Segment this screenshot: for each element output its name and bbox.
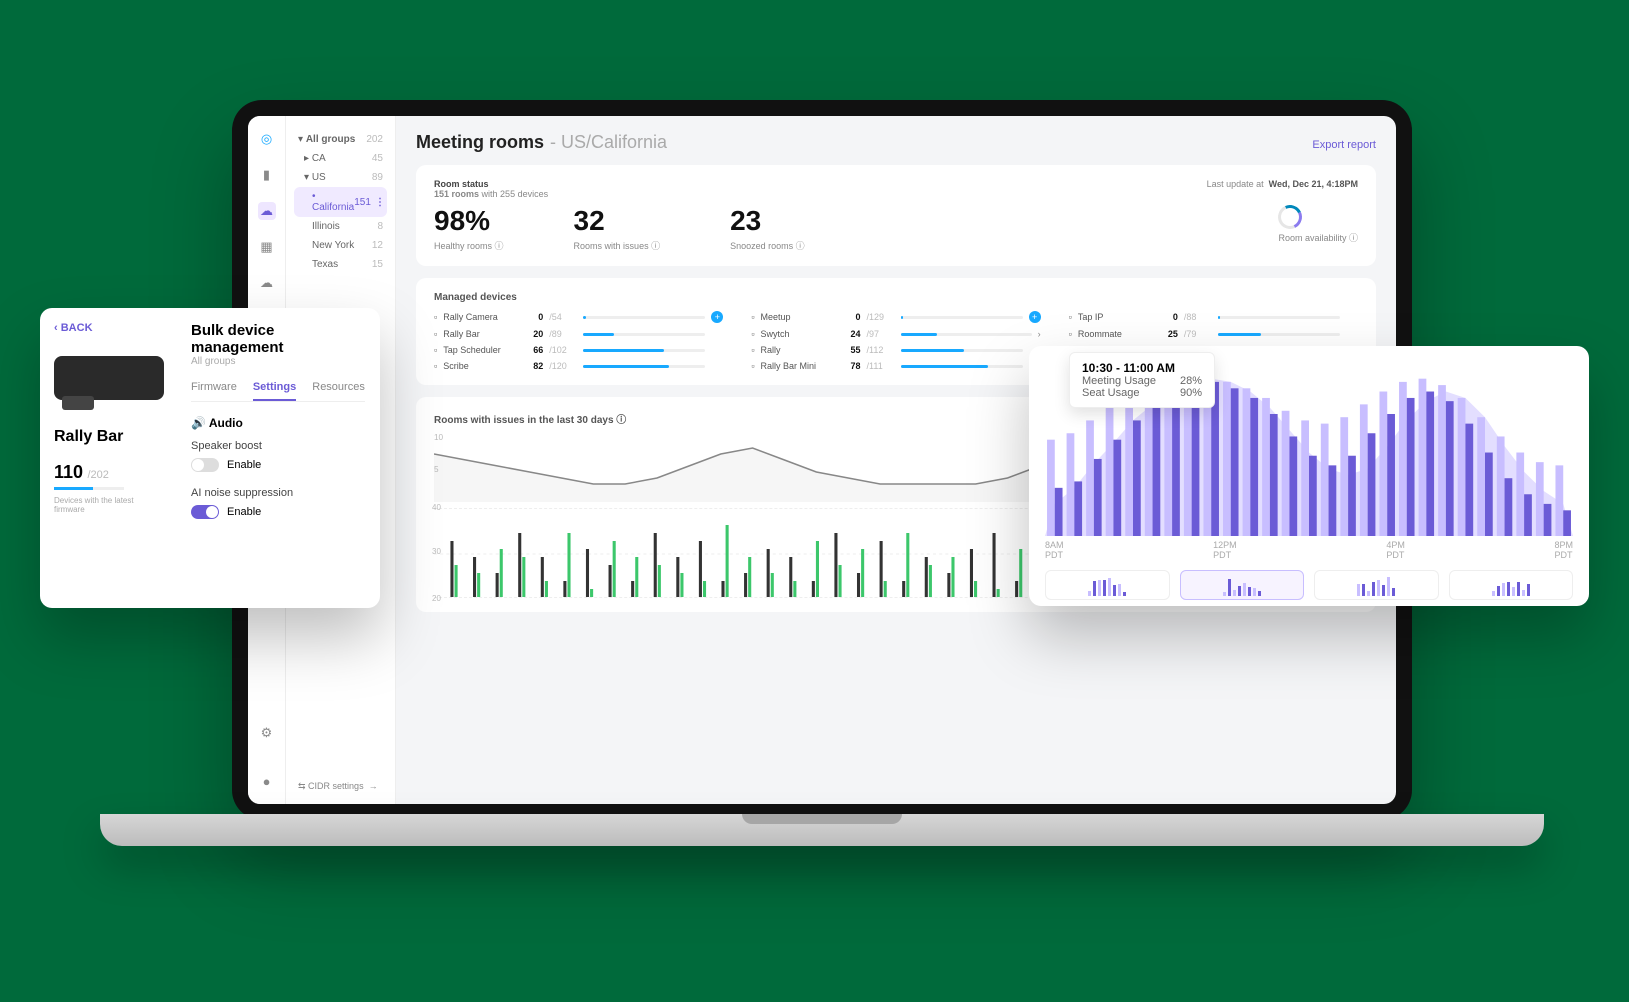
- device-row[interactable]: ▫Swytch24/97›: [751, 329, 1040, 339]
- settings-icon[interactable]: ⚙: [258, 724, 276, 742]
- device-row[interactable]: ▫Rally Camera0/54+: [434, 311, 723, 323]
- tree-item[interactable]: ▾ US89: [294, 168, 387, 187]
- noise-suppression-toggle[interactable]: [191, 505, 219, 519]
- audio-section: 🔊 Audio: [191, 416, 365, 430]
- cidr-settings-link[interactable]: ⇆ CIDR settings →: [298, 781, 378, 792]
- panel-subtitle: All groups: [191, 356, 365, 367]
- tree-all-groups[interactable]: ▾ All groups202: [294, 130, 387, 149]
- device-row[interactable]: ▫Rally55/112: [751, 345, 1040, 355]
- usage-thumbnail[interactable]: [1180, 570, 1305, 600]
- section-title: Room status: [434, 179, 548, 189]
- home-icon[interactable]: ▮: [258, 166, 276, 184]
- tree-item-selected[interactable]: • California 151⋮: [294, 187, 387, 217]
- avatar-icon[interactable]: ●: [258, 772, 276, 790]
- noise-suppression-label: AI noise suppression: [191, 487, 365, 499]
- devices-icon[interactable]: ▦: [258, 238, 276, 256]
- tab-firmware[interactable]: Firmware: [191, 381, 237, 401]
- tree-item[interactable]: ▸ CA45: [294, 149, 387, 168]
- usage-thumbnail[interactable]: [1449, 570, 1574, 600]
- device-row[interactable]: ▫Rally Bar20/89: [434, 329, 723, 339]
- bulk-device-panel: ‹ BACK Rally Bar 110 /202 Devices with t…: [40, 308, 380, 608]
- usage-x-axis: 8AMPDT 12PMPDT 4PMPDT 8PMPDT: [1045, 540, 1573, 560]
- device-row[interactable]: ▫Tap IP0/88: [1069, 311, 1358, 323]
- add-icon[interactable]: +: [1029, 311, 1041, 323]
- rooms-icon[interactable]: ☁: [258, 202, 276, 220]
- laptop-base: [100, 814, 1544, 846]
- usage-chart-panel: 10:30 - 11:00 AM Meeting Usage28% Seat U…: [1029, 346, 1589, 606]
- kpi-healthy: 98% Healthy rooms ⓘ: [434, 205, 504, 252]
- kpi-availability: Room availability ⓘ: [1278, 205, 1358, 252]
- usage-thumbnail[interactable]: [1045, 570, 1170, 600]
- tab-resources[interactable]: Resources: [312, 381, 365, 401]
- availability-ring-icon: [1275, 202, 1306, 233]
- device-row[interactable]: ▫Rally Bar Mini78/111: [751, 361, 1040, 371]
- last-update: Last update at Wed, Dec 21, 4:18PM: [1207, 179, 1358, 199]
- kpi-snoozed: 23 Snoozed rooms ⓘ: [730, 205, 805, 252]
- tree-item[interactable]: New York12: [294, 236, 387, 255]
- speaker-boost-label: Speaker boost: [191, 440, 365, 452]
- device-row[interactable]: ▫Scribe82/120: [434, 361, 723, 371]
- usage-thumbnail[interactable]: [1314, 570, 1439, 600]
- firmware-progress: [54, 487, 124, 490]
- export-report-link[interactable]: Export report: [1312, 139, 1376, 151]
- usage-thumbnails: [1045, 570, 1573, 600]
- device-row[interactable]: ▫Tap Scheduler66/102: [434, 345, 723, 355]
- back-button[interactable]: ‹ BACK: [54, 322, 161, 334]
- kebab-icon[interactable]: ⋮: [375, 197, 385, 208]
- svg-text:10: 10: [434, 433, 444, 442]
- panel-title: Bulk device management: [191, 322, 365, 356]
- room-status-card: Room status 151 rooms with 255 devices L…: [416, 165, 1376, 266]
- kpi-issues: 32 Rooms with issues ⓘ: [574, 205, 661, 252]
- section-title: Managed devices: [434, 292, 1358, 303]
- usage-tooltip: 10:30 - 11:00 AM Meeting Usage28% Seat U…: [1069, 352, 1215, 408]
- tree-item[interactable]: Texas15: [294, 255, 387, 274]
- page-title: Meeting rooms- US/California: [416, 132, 667, 153]
- device-row[interactable]: ▫Meetup0/129+: [751, 311, 1040, 323]
- device-row[interactable]: ▫Roommate25/79: [1069, 329, 1358, 339]
- tab-settings[interactable]: Settings: [253, 381, 296, 401]
- device-image: [54, 356, 164, 400]
- tree-item[interactable]: Illinois8: [294, 217, 387, 236]
- logo-icon: ◎: [258, 130, 276, 148]
- firmware-caption: Devices with the latest firmware: [54, 496, 161, 514]
- cloud-icon[interactable]: ☁: [258, 274, 276, 292]
- add-icon[interactable]: +: [711, 311, 723, 323]
- firmware-count: 110 /202: [54, 462, 161, 483]
- chevron-right-icon[interactable]: ›: [1038, 329, 1041, 339]
- speaker-boost-toggle[interactable]: [191, 458, 219, 472]
- device-name: Rally Bar: [54, 428, 161, 446]
